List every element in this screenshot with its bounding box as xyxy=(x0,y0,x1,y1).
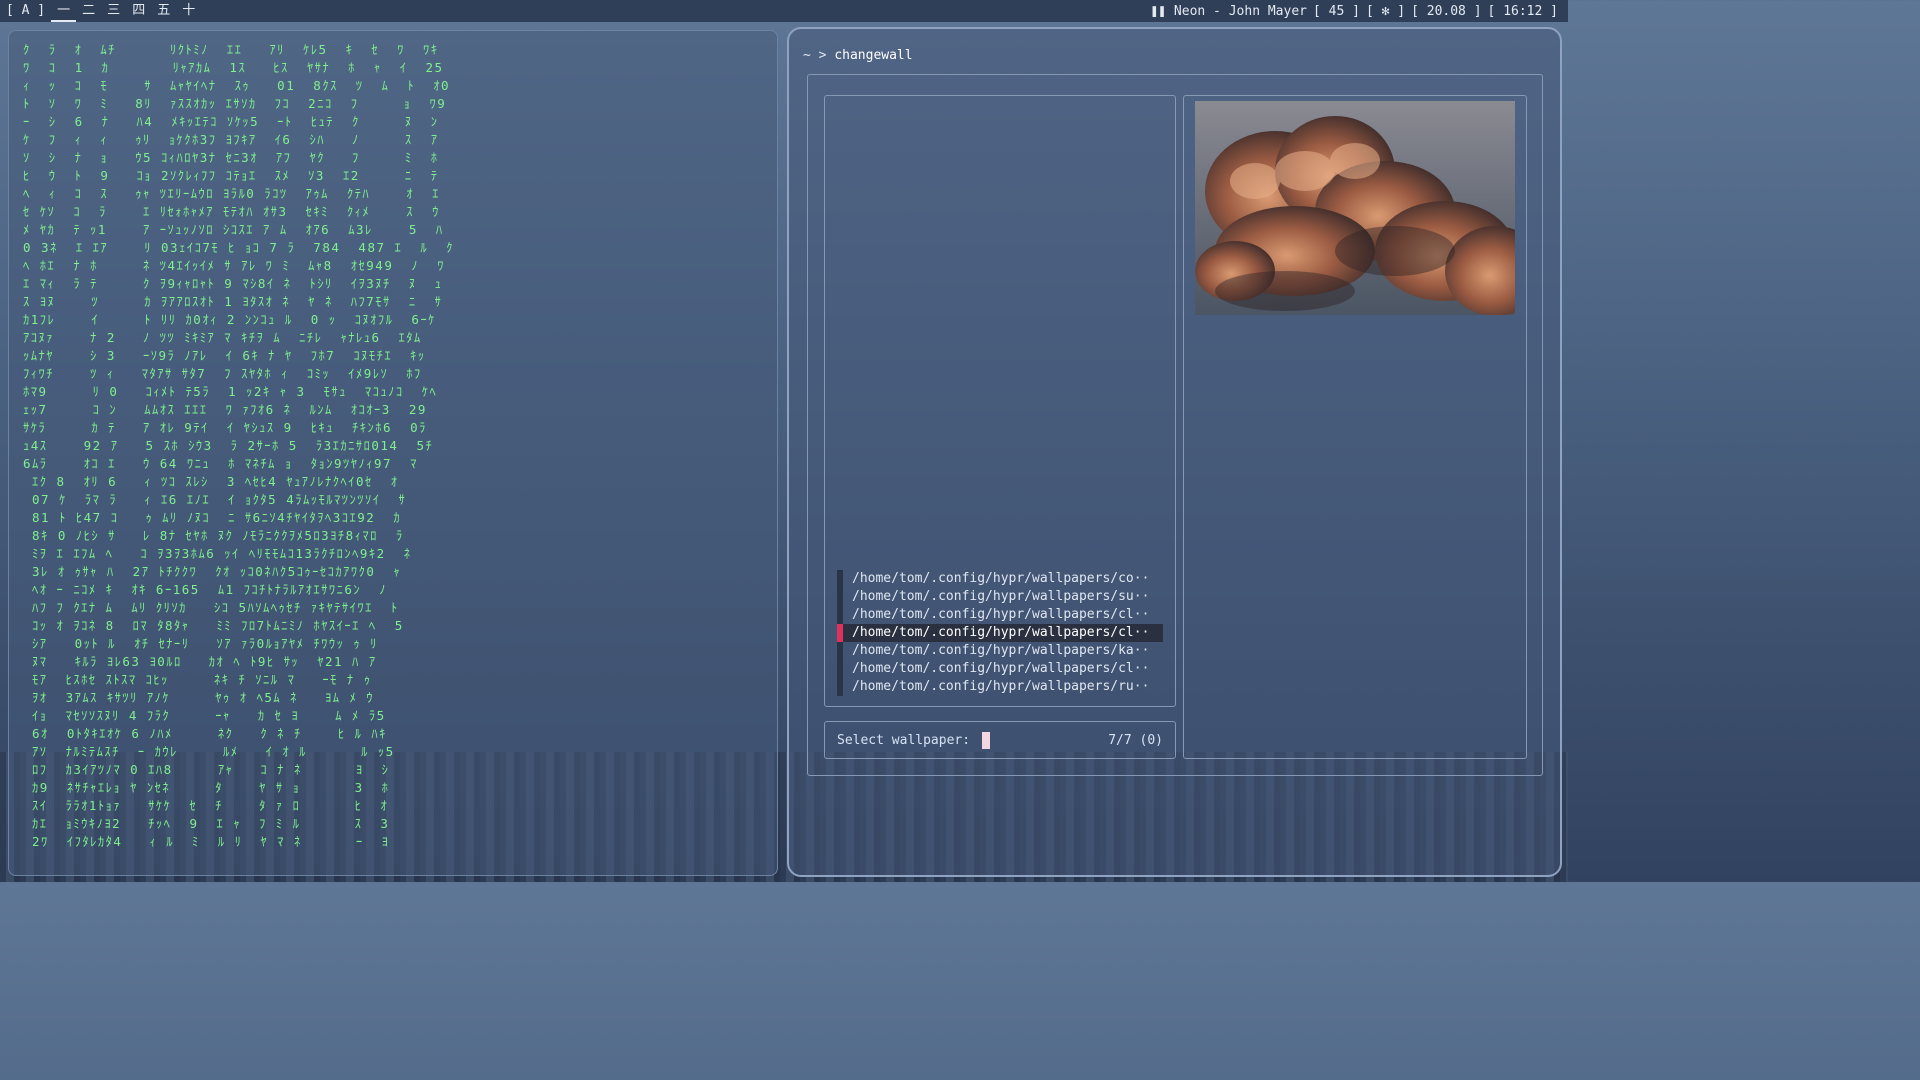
wallpaper-terminal-window[interactable]: ~ > changewall /home/tom/.config/hypr/wa… xyxy=(787,27,1562,877)
pause-icon: ❚❚ xyxy=(1150,3,1174,19)
text-cursor xyxy=(981,731,990,749)
workspace-10[interactable]: 十 xyxy=(176,0,201,22)
workspace-switcher: [ A ] 一 二 三 四 五 十 xyxy=(0,0,201,22)
workspace-4[interactable]: 四 xyxy=(126,0,151,22)
matrix-terminal-window[interactable]: ｸ ﾗ ｵ ﾑﾁ ﾘｸﾄﾐﾉ ｴｴ ｱﾘ ｹﾚ5 ｷ ｾ ﾜ ﾜｷ ﾜ ｺ 1 … xyxy=(8,30,778,876)
status-modules: ❚❚ Neon - John Mayer [ 45 ] [ ✻ ] [ 20.0… xyxy=(1150,4,1568,19)
workspace-2[interactable]: 二 xyxy=(76,0,101,22)
list-item[interactable]: /home/tom/.config/hypr/wallpapers/ru·· xyxy=(837,678,1163,696)
list-item-selected[interactable]: /home/tom/.config/hypr/wallpapers/cl·· xyxy=(837,624,1163,642)
volume-module[interactable]: [ 45 ] xyxy=(1313,4,1360,19)
launcher-button[interactable]: [ A ] xyxy=(0,0,51,22)
wallpaper-list: /home/tom/.config/hypr/wallpapers/co·· /… xyxy=(837,570,1163,696)
search-input[interactable]: Select wallpaper: 7/7 (0) xyxy=(824,721,1176,759)
clock-module: [ 16:12 ] xyxy=(1487,3,1558,19)
selection-marker xyxy=(837,624,843,642)
list-item[interactable]: /home/tom/.config/hypr/wallpapers/cl·· xyxy=(837,660,1163,678)
list-item[interactable]: /home/tom/.config/hypr/wallpapers/su·· xyxy=(837,588,1163,606)
input-label: Select wallpaper: xyxy=(837,732,971,748)
wallpaper-preview-image xyxy=(1195,101,1515,315)
workspace-3[interactable]: 三 xyxy=(101,0,126,22)
workspace-5[interactable]: 五 xyxy=(151,0,176,22)
matrix-rain-text: ｸ ﾗ ｵ ﾑﾁ ﾘｸﾄﾐﾉ ｴｴ ｱﾘ ｹﾚ5 ｷ ｾ ﾜ ﾜｷ ﾜ ｺ 1 … xyxy=(23,42,454,849)
list-item[interactable]: /home/tom/.config/hypr/wallpapers/cl·· xyxy=(837,606,1163,624)
command-text: changewall xyxy=(834,48,913,63)
list-item[interactable]: /home/tom/.config/hypr/wallpapers/co·· xyxy=(837,570,1163,588)
prompt-symbol: ~ > xyxy=(803,48,827,63)
media-player-module[interactable]: ❚❚ Neon - John Mayer xyxy=(1150,4,1307,19)
shell-prompt: ~ > changewall xyxy=(803,48,913,63)
battery-module: [ 20.08 ] xyxy=(1411,3,1482,19)
list-item[interactable]: /home/tom/.config/hypr/wallpapers/ka·· xyxy=(837,642,1163,660)
match-counter: 7/7 (0) xyxy=(1108,732,1163,748)
bluetooth-module[interactable]: [ ✻ ] xyxy=(1366,4,1405,19)
workspace-1[interactable]: 一 xyxy=(51,0,77,22)
top-status-bar: [ A ] 一 二 三 四 五 十 ❚❚ Neon - John Mayer [… xyxy=(0,0,1568,22)
